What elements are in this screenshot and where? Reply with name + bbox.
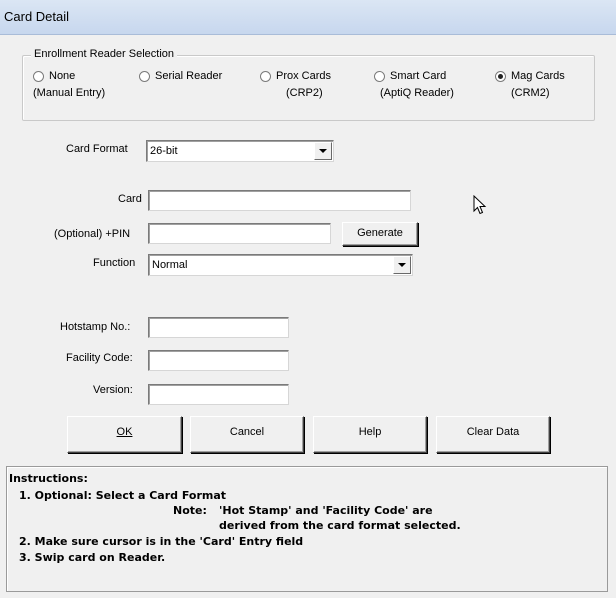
cancel-button-label: Cancel <box>229 426 265 438</box>
instructions-note-line-1: 'Hot Stamp' and 'Facility Code' are <box>219 504 433 517</box>
radio-smart-card-label: Smart Card <box>390 70 447 82</box>
radio-mag-cards-sublabel: (CRM2) <box>511 87 550 99</box>
card-input[interactable] <box>148 190 411 211</box>
chevron-down-icon[interactable] <box>393 256 411 274</box>
mouse-pointer-icon <box>473 195 487 215</box>
version-input[interactable] <box>148 384 289 405</box>
function-value: Normal <box>152 259 188 271</box>
card-label: Card <box>118 193 142 205</box>
instructions-panel: Instructions: 1. Optional: Select a Card… <box>6 466 608 592</box>
radio-none-indicator[interactable] <box>33 71 44 82</box>
radio-none-label: None <box>49 70 76 82</box>
radio-none-sublabel: (Manual Entry) <box>33 87 106 99</box>
radio-prox-cards-indicator[interactable] <box>260 71 271 82</box>
card-format-select[interactable]: 26-bit <box>146 140 334 162</box>
version-label: Version: <box>93 384 133 396</box>
instructions-step-2: 2. Make sure cursor is in the 'Card' Ent… <box>19 535 304 548</box>
function-label: Function <box>93 257 136 269</box>
radio-prox-cards-sublabel: (CRP2) <box>286 87 323 99</box>
clear-data-button-label: Clear Data <box>466 426 520 438</box>
radio-prox-cards-label: Prox Cards <box>276 70 332 82</box>
radio-smart-card-indicator[interactable] <box>374 71 385 82</box>
function-select[interactable]: Normal <box>148 254 413 276</box>
radio-smart-card-sublabel: (AptiQ Reader) <box>380 87 454 99</box>
title-bar: Card Detail <box>0 0 616 35</box>
window-title: Card Detail <box>4 9 70 24</box>
instructions-note-label: Note: <box>173 504 207 517</box>
card-format-label: Card Format <box>66 143 128 155</box>
hotstamp-input[interactable] <box>148 317 289 338</box>
instructions-heading: Instructions: <box>9 472 88 485</box>
ok-button[interactable]: OK <box>67 416 182 453</box>
instructions-step-3: 3. Swip card on Reader. <box>19 551 166 564</box>
radio-serial-reader-label: Serial Reader <box>155 70 223 82</box>
radio-mag-cards-indicator[interactable] <box>495 71 506 82</box>
facility-code-input[interactable] <box>148 350 289 371</box>
generate-button[interactable]: Generate <box>342 222 418 246</box>
radio-mag-cards-label: Mag Cards <box>511 70 565 82</box>
facility-code-label: Facility Code: <box>66 352 133 364</box>
instructions-note-line-2: derived from the card format selected. <box>219 519 461 532</box>
radio-serial-reader-indicator[interactable] <box>139 71 150 82</box>
clear-data-button[interactable]: Clear Data <box>436 416 550 453</box>
help-button-label: Help <box>358 426 382 438</box>
enrollment-group-title: Enrollment Reader Selection <box>31 48 178 60</box>
cancel-button[interactable]: Cancel <box>190 416 304 453</box>
chevron-down-icon[interactable] <box>314 142 332 160</box>
ok-button-label: OK <box>116 426 133 438</box>
hotstamp-label: Hotstamp No.: <box>60 321 131 333</box>
instructions-step-1: 1. Optional: Select a Card Format <box>19 489 227 502</box>
help-button[interactable]: Help <box>313 416 427 453</box>
pin-input[interactable] <box>148 223 331 244</box>
generate-button-label: Generate <box>357 227 403 239</box>
dialog-client-area: Enrollment Reader Selection None (Manual… <box>0 35 616 598</box>
pin-label: (Optional) +PIN <box>54 228 131 240</box>
enrollment-reader-group: Enrollment Reader Selection None (Manual… <box>22 48 595 121</box>
card-format-value: 26-bit <box>150 145 178 157</box>
